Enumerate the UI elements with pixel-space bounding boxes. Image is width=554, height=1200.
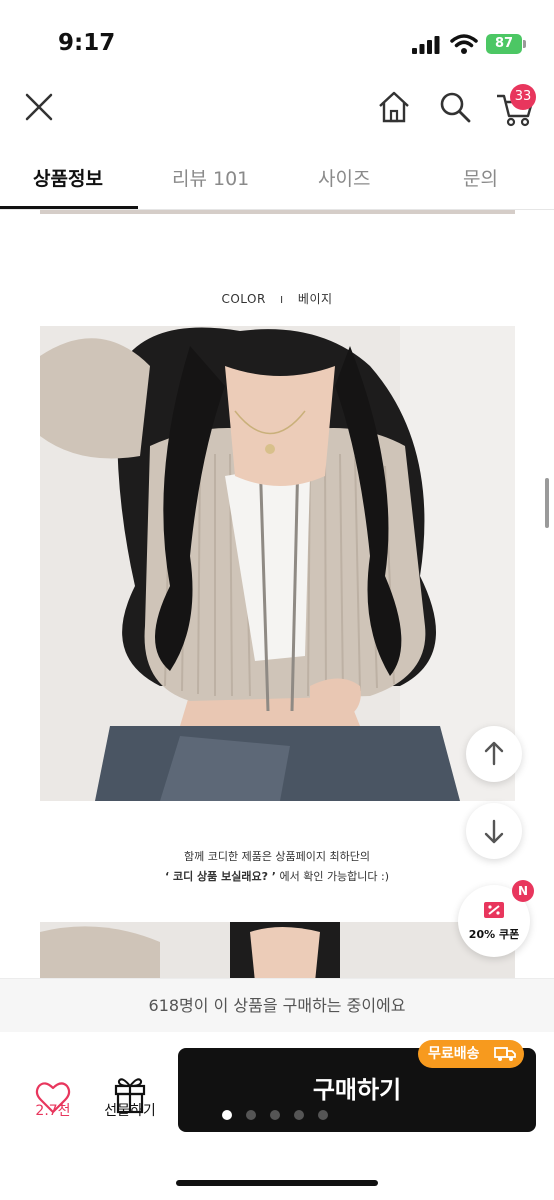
tab-product-info[interactable]: 상품정보 — [33, 164, 103, 191]
pager-dot[interactable] — [246, 1110, 256, 1120]
wifi-icon — [450, 34, 478, 54]
close-icon[interactable] — [20, 88, 58, 126]
product-tabs: 상품정보 리뷰 101 사이즈 문의 — [0, 150, 554, 210]
home-icon[interactable] — [375, 88, 413, 126]
scroll-down-button[interactable] — [466, 803, 522, 859]
product-photo-illustration — [40, 326, 515, 801]
top-nav — [0, 80, 554, 140]
coupon-new-badge: N — [512, 880, 534, 902]
color-separator: I — [280, 295, 284, 306]
cart-count-badge: 33 — [510, 84, 536, 110]
status-bar: 9:17 87 — [0, 0, 554, 80]
buying-notice: 618명이 이 상품을 구매하는 중이에요 — [0, 978, 554, 1032]
battery-tip — [523, 40, 526, 48]
free-shipping-label: 무료배송 — [428, 1046, 480, 1062]
color-value: 베이지 — [297, 292, 333, 306]
tab-size[interactable]: 사이즈 — [318, 164, 370, 191]
tab-inquiry[interactable]: 문의 — [463, 164, 498, 191]
coordination-caption-line2: ‘ 코디 상품 보실래요? ’ 에서 확인 가능합니다 :) — [0, 868, 554, 884]
battery-indicator: 87 — [486, 34, 522, 54]
color-title: COLOR — [221, 292, 266, 306]
arrow-down-icon — [484, 819, 504, 844]
search-icon[interactable] — [436, 88, 474, 126]
truck-icon — [494, 1047, 516, 1061]
pager-dot[interactable] — [270, 1110, 280, 1120]
signal-icon — [412, 36, 440, 54]
pager-dot[interactable] — [222, 1110, 232, 1120]
scrollbar[interactable] — [545, 478, 549, 528]
scroll-up-button[interactable] — [466, 726, 522, 782]
arrow-up-icon — [484, 741, 504, 766]
color-label: COLOR I 베이지 — [0, 290, 554, 307]
active-tab-indicator — [0, 206, 138, 209]
next-product-photo — [40, 922, 515, 982]
gift-label[interactable]: 선물하기 — [96, 1100, 164, 1120]
home-indicator — [176, 1180, 378, 1186]
tab-reviews[interactable]: 리뷰 101 — [172, 164, 249, 191]
pager-dot[interactable] — [294, 1110, 304, 1120]
free-shipping-badge: 무료배송 — [418, 1040, 524, 1068]
status-time: 9:17 — [58, 30, 116, 56]
next-photo-illustration — [40, 922, 515, 982]
like-count: 2.7천 — [35, 1103, 71, 1119]
previous-image-edge — [40, 210, 515, 214]
coordination-link-text: ‘ 코디 상품 보실래요? ’ — [164, 870, 276, 883]
coordination-caption-rest: 에서 확인 가능합니다 :) — [275, 870, 390, 883]
pager-dot[interactable] — [318, 1110, 328, 1120]
coupon-label: 20% 쿠폰 — [468, 928, 520, 941]
product-photo — [40, 326, 515, 801]
